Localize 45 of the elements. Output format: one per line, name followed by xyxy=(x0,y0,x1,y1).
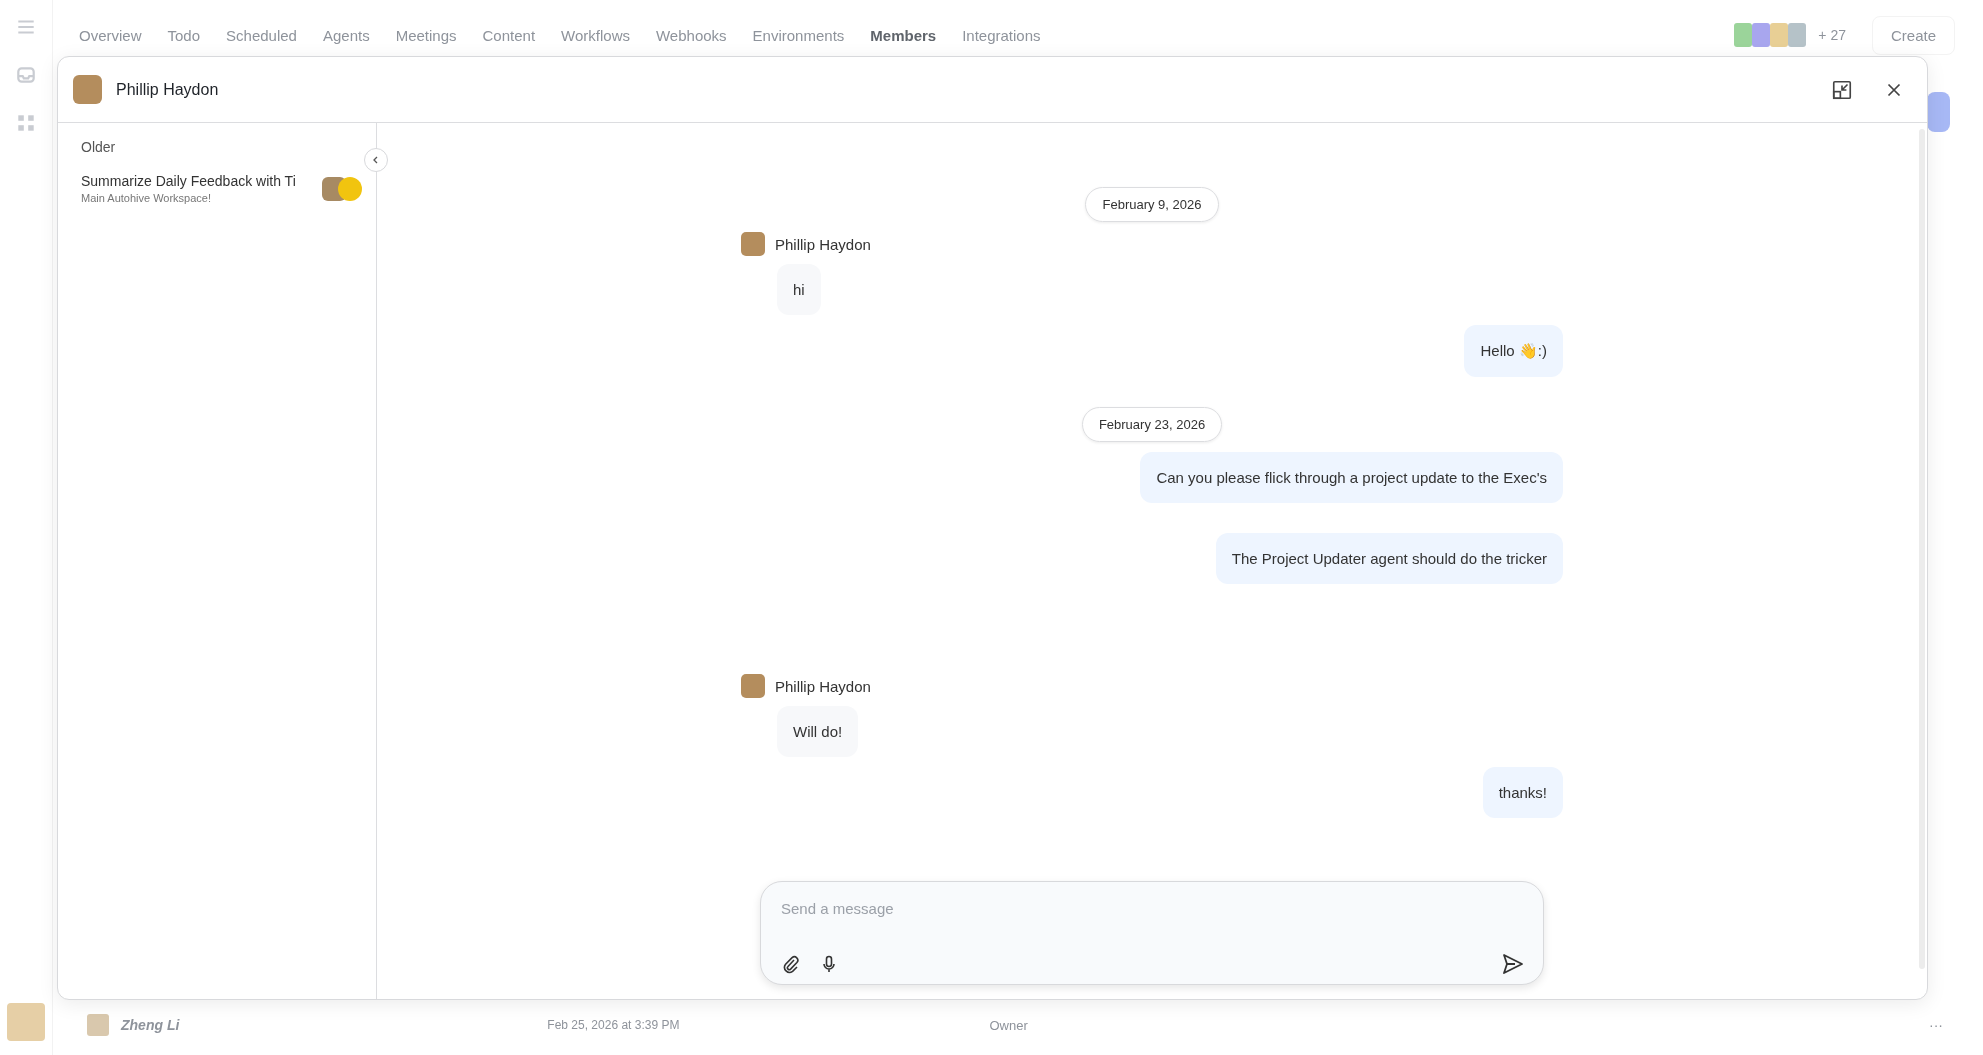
message-bubble: The Project Updater agent should do the tricker xyxy=(1215,533,1563,584)
inbox-icon[interactable] xyxy=(15,64,37,86)
sender-name: Phillip Haydon xyxy=(775,235,871,253)
user-avatar xyxy=(73,75,102,104)
more-button[interactable]: ··· xyxy=(1929,1017,1943,1033)
user-avatar[interactable] xyxy=(7,1003,45,1041)
primary-button[interactable] xyxy=(1927,92,1950,132)
nav-tab[interactable]: Content xyxy=(482,26,536,44)
message-bubble: Hello 👋:) xyxy=(1464,325,1563,377)
message-bubble: Will do! xyxy=(777,706,859,757)
nav-tab[interactable]: Integrations xyxy=(962,26,1041,44)
nav-tab[interactable]: Agents xyxy=(322,26,370,44)
member-name: Zheng Li xyxy=(121,1017,180,1033)
member-role: Owner xyxy=(989,1017,1028,1033)
message-bubble: thanks! xyxy=(1482,767,1563,818)
nav-tab[interactable]: Environments xyxy=(752,26,845,44)
nav-tab[interactable]: Overview xyxy=(79,26,142,44)
message-bubble: hi xyxy=(777,264,821,315)
sender-avatar xyxy=(741,674,765,698)
paperclip-icon[interactable] xyxy=(781,954,801,974)
member-count: + 27 xyxy=(1818,27,1846,43)
send-icon[interactable] xyxy=(1501,952,1525,976)
message-bubble: Can you please flick through a project update to the Exec's xyxy=(1140,452,1563,503)
sender-name: Phillip Haydon xyxy=(775,677,871,695)
conversation-item[interactable]: Summarize Daily Feedback with Ti Main Autohive Workspace! xyxy=(81,171,362,206)
minimize-icon[interactable] xyxy=(1831,78,1853,101)
apps-icon[interactable] xyxy=(15,112,37,134)
window-title: Phillip Haydon xyxy=(116,80,219,99)
sender-avatar xyxy=(741,232,765,256)
conversation-title: Summarize Daily Feedback with Ti xyxy=(81,173,297,189)
nav-tab[interactable]: Meetings xyxy=(395,26,457,44)
message-input[interactable]: Send a message xyxy=(781,900,1525,917)
nav-tab[interactable]: Members xyxy=(870,26,937,44)
nav-tab[interactable]: Todo xyxy=(167,26,201,44)
section-heading: Older xyxy=(81,139,117,155)
conversation-subtitle: Main Autohive Workspace! xyxy=(81,192,213,204)
nav-tab[interactable]: Scheduled xyxy=(226,26,297,44)
nav-tab[interactable]: Workflows xyxy=(561,26,630,44)
create-button[interactable]: Create xyxy=(1871,15,1955,55)
member-date: Feb 25, 2026 at 3:39 PM xyxy=(547,1018,680,1032)
collapse-button[interactable] xyxy=(364,148,388,172)
member-avatar xyxy=(87,1014,109,1036)
nav-tab[interactable]: Webhooks xyxy=(656,26,727,44)
message-composer[interactable]: Send a message xyxy=(760,881,1544,985)
agent-avatars xyxy=(322,176,362,201)
